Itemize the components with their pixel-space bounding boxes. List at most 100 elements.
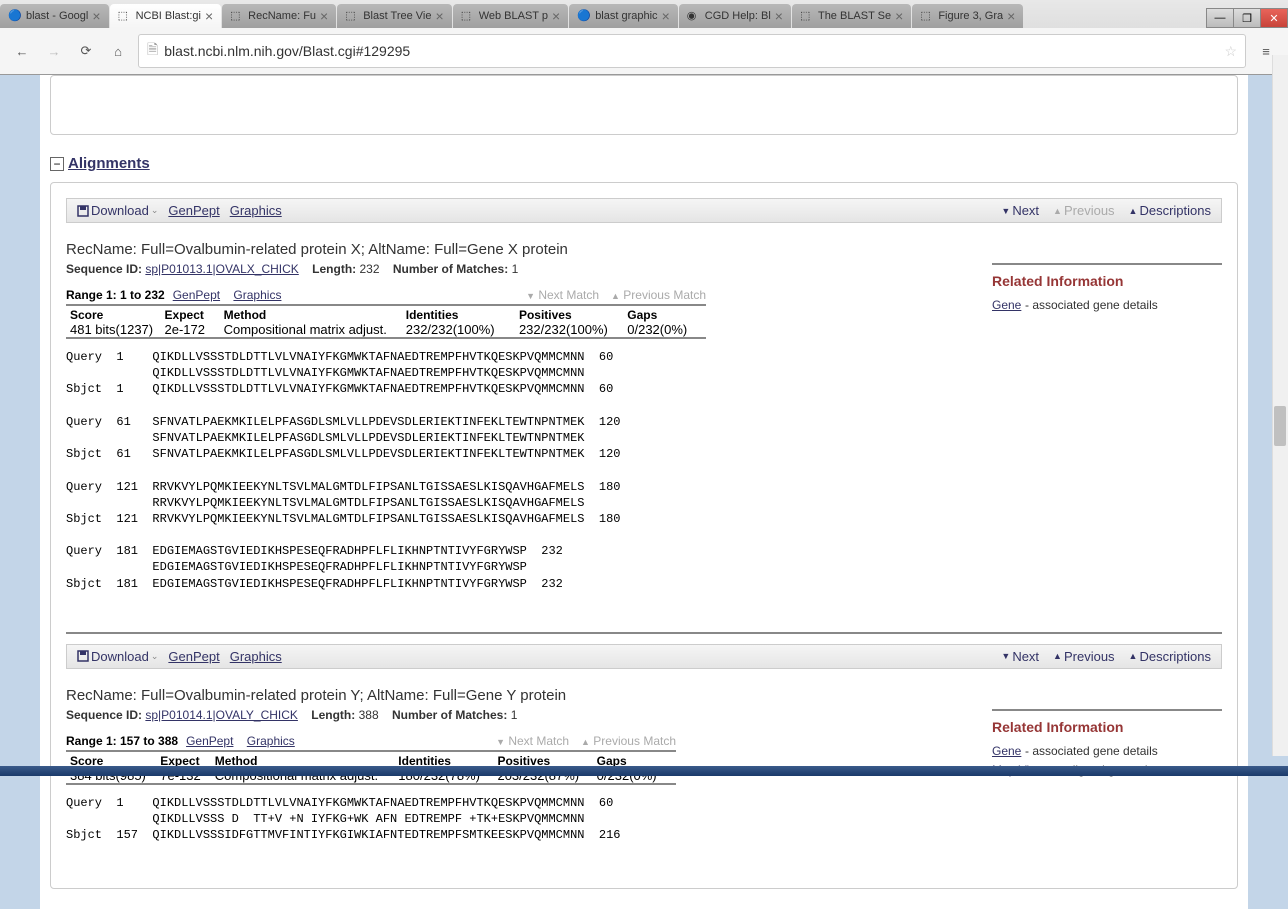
url-text: blast.ncbi.nlm.nih.gov/Blast.cgi#129295 bbox=[164, 43, 410, 59]
alignment-sequence: Query 1 QIKDLLVSSSTDLDTTLVLVNAIYFKGMWKTA… bbox=[66, 349, 962, 592]
home-button[interactable]: ⌂ bbox=[106, 39, 130, 63]
close-icon[interactable]: × bbox=[552, 8, 560, 24]
gene-link[interactable]: Gene bbox=[992, 744, 1021, 758]
forward-button[interactable]: → bbox=[42, 39, 66, 63]
rec-name: RecName: Full=Ovalbumin-related protein … bbox=[66, 687, 962, 704]
alignment-sequence: Query 1 QIKDLLVSSSTDLDTTLVLVNAIYFKGMWKTA… bbox=[66, 795, 962, 844]
graphics-link[interactable]: Graphics bbox=[230, 649, 282, 664]
cgd-icon: ◉ bbox=[687, 9, 701, 23]
ncbi-icon: ⬚ bbox=[230, 9, 244, 23]
triangle-up-icon: ▲ bbox=[1053, 651, 1062, 661]
close-icon[interactable]: × bbox=[436, 8, 444, 24]
next-link[interactable]: ▼ Next bbox=[1001, 649, 1039, 664]
close-icon[interactable]: × bbox=[895, 8, 903, 24]
result-block-1: RecName: Full=Ovalbumin-related protein … bbox=[66, 223, 1222, 622]
prev-match-link: ▲ Previous Match bbox=[581, 734, 676, 748]
scrollbar[interactable] bbox=[1272, 55, 1288, 756]
page-inner: − Alignments Download ⌄ GenPept Graphics… bbox=[40, 75, 1248, 909]
alignment-container: Download ⌄ GenPept Graphics ▼ Next ▲ Pre… bbox=[50, 182, 1238, 889]
browser-chrome: 🔵blast - Googl× ⬚NCBI Blast:gi× ⬚RecName… bbox=[0, 0, 1288, 75]
previous-link: ▲ Previous bbox=[1053, 203, 1115, 218]
nav-bar: ← → ⟳ ⌂ 🗎 blast.ncbi.nlm.nih.gov/Blast.c… bbox=[0, 28, 1288, 74]
triangle-up-icon: ▲ bbox=[1129, 206, 1138, 216]
sequence-id-row: Sequence ID: sp|P01013.1|OVALX_CHICK Len… bbox=[66, 262, 962, 276]
browser-tab-4[interactable]: ⬚Web BLAST p× bbox=[453, 4, 569, 28]
close-icon[interactable]: × bbox=[320, 8, 328, 24]
triangle-up-icon: ▲ bbox=[1053, 206, 1062, 216]
sequence-id-row: Sequence ID: sp|P01014.1|OVALY_CHICK Len… bbox=[66, 708, 962, 722]
taskbar[interactable] bbox=[0, 766, 1288, 776]
triangle-up-icon: ▲ bbox=[1129, 651, 1138, 661]
browser-tab-1[interactable]: ⬚NCBI Blast:gi× bbox=[110, 4, 222, 28]
range-genpept-link[interactable]: GenPept bbox=[173, 288, 220, 302]
ncbi-icon: ⬚ bbox=[800, 9, 814, 23]
triangle-down-icon: ▼ bbox=[1001, 206, 1010, 216]
ncbi-icon: ⬚ bbox=[920, 9, 934, 23]
tab-bar: 🔵blast - Googl× ⬚NCBI Blast:gi× ⬚RecName… bbox=[0, 0, 1288, 28]
bookmark-icon[interactable]: ☆ bbox=[1224, 43, 1237, 60]
browser-tab-7[interactable]: ⬚The BLAST Se× bbox=[792, 4, 911, 28]
page-container: − Alignments Download ⌄ GenPept Graphics… bbox=[0, 75, 1288, 909]
sequence-id-link[interactable]: sp|P01014.1|OVALY_CHICK bbox=[145, 708, 298, 722]
ncbi-icon: ⬚ bbox=[118, 9, 132, 23]
sequence-id-link[interactable]: sp|P01013.1|OVALX_CHICK bbox=[145, 262, 298, 276]
alignment-toolbar-2: Download ⌄ GenPept Graphics ▼ Next ▲ Pre… bbox=[66, 644, 1222, 669]
back-button[interactable]: ← bbox=[10, 39, 34, 63]
genpept-link[interactable]: GenPept bbox=[168, 203, 219, 218]
close-icon[interactable]: × bbox=[92, 8, 100, 24]
browser-tab-2[interactable]: ⬚RecName: Fu× bbox=[222, 4, 336, 28]
page-icon: 🗎 bbox=[147, 39, 158, 63]
related-header: Related Information bbox=[992, 263, 1222, 289]
chevron-down-icon: ⌄ bbox=[151, 651, 159, 662]
next-match-link: ▼ Next Match bbox=[496, 734, 569, 748]
range-bar: Range 1: 1 to 232 GenPept Graphics ▼ Nex… bbox=[66, 288, 706, 306]
range-bar: Range 1: 157 to 388 GenPept Graphics ▼ N… bbox=[66, 734, 676, 752]
close-icon[interactable]: × bbox=[205, 8, 213, 24]
browser-tab-8[interactable]: ⬚Figure 3, Gra× bbox=[912, 4, 1023, 28]
stats-table: Score Expect Method Identities Positives… bbox=[66, 308, 706, 339]
descriptions-link[interactable]: ▲ Descriptions bbox=[1129, 203, 1211, 218]
browser-tab-6[interactable]: ◉CGD Help: Bl× bbox=[679, 4, 791, 28]
alignment-toolbar-1: Download ⌄ GenPept Graphics ▼ Next ▲ Pre… bbox=[66, 198, 1222, 223]
related-info-panel: Related Information Gene - associated ge… bbox=[992, 223, 1222, 622]
triangle-down-icon: ▼ bbox=[1001, 651, 1010, 661]
prev-match-link: ▲ Previous Match bbox=[611, 288, 706, 302]
browser-tab-5[interactable]: 🔵blast graphic× bbox=[569, 4, 678, 28]
collapse-icon[interactable]: − bbox=[50, 157, 64, 171]
close-icon[interactable]: × bbox=[662, 8, 670, 24]
close-icon[interactable]: × bbox=[1007, 8, 1015, 24]
maximize-button[interactable]: ❐ bbox=[1233, 8, 1261, 28]
scroll-thumb[interactable] bbox=[1274, 406, 1286, 446]
next-link[interactable]: ▼ Next bbox=[1001, 203, 1039, 218]
alignments-section-header: − Alignments bbox=[50, 155, 1238, 172]
close-window-button[interactable]: ✕ bbox=[1260, 8, 1288, 28]
related-header: Related Information bbox=[992, 709, 1222, 735]
browser-tab-3[interactable]: ⬚Blast Tree Vie× bbox=[337, 4, 451, 28]
range-genpept-link[interactable]: GenPept bbox=[186, 734, 233, 748]
url-bar[interactable]: 🗎 blast.ncbi.nlm.nih.gov/Blast.cgi#12929… bbox=[138, 34, 1246, 68]
close-icon[interactable]: × bbox=[775, 8, 783, 24]
ncbi-icon: ⬚ bbox=[345, 9, 359, 23]
ncbi-icon: ⬚ bbox=[461, 9, 475, 23]
download-button[interactable]: Download ⌄ bbox=[77, 203, 158, 218]
minimize-button[interactable]: — bbox=[1206, 8, 1234, 28]
google-icon: 🔵 bbox=[8, 9, 22, 23]
gene-link[interactable]: Gene bbox=[992, 298, 1021, 312]
range-graphics-link[interactable]: Graphics bbox=[247, 734, 295, 748]
genpept-link[interactable]: GenPept bbox=[168, 649, 219, 664]
chevron-down-icon: ⌄ bbox=[151, 205, 159, 216]
top-panel bbox=[50, 75, 1238, 135]
previous-link[interactable]: ▲ Previous bbox=[1053, 649, 1115, 664]
browser-tab-0[interactable]: 🔵blast - Googl× bbox=[0, 4, 109, 28]
save-icon bbox=[77, 205, 89, 217]
range-graphics-link[interactable]: Graphics bbox=[233, 288, 281, 302]
alignments-link[interactable]: Alignments bbox=[68, 155, 150, 172]
window-controls: — ❐ ✕ bbox=[1207, 8, 1288, 28]
download-button[interactable]: Download ⌄ bbox=[77, 649, 158, 664]
descriptions-link[interactable]: ▲ Descriptions bbox=[1129, 649, 1211, 664]
reload-button[interactable]: ⟳ bbox=[74, 39, 98, 63]
divider bbox=[66, 632, 1222, 634]
graphics-link[interactable]: Graphics bbox=[230, 203, 282, 218]
next-match-link: ▼ Next Match bbox=[526, 288, 599, 302]
save-icon bbox=[77, 650, 89, 662]
